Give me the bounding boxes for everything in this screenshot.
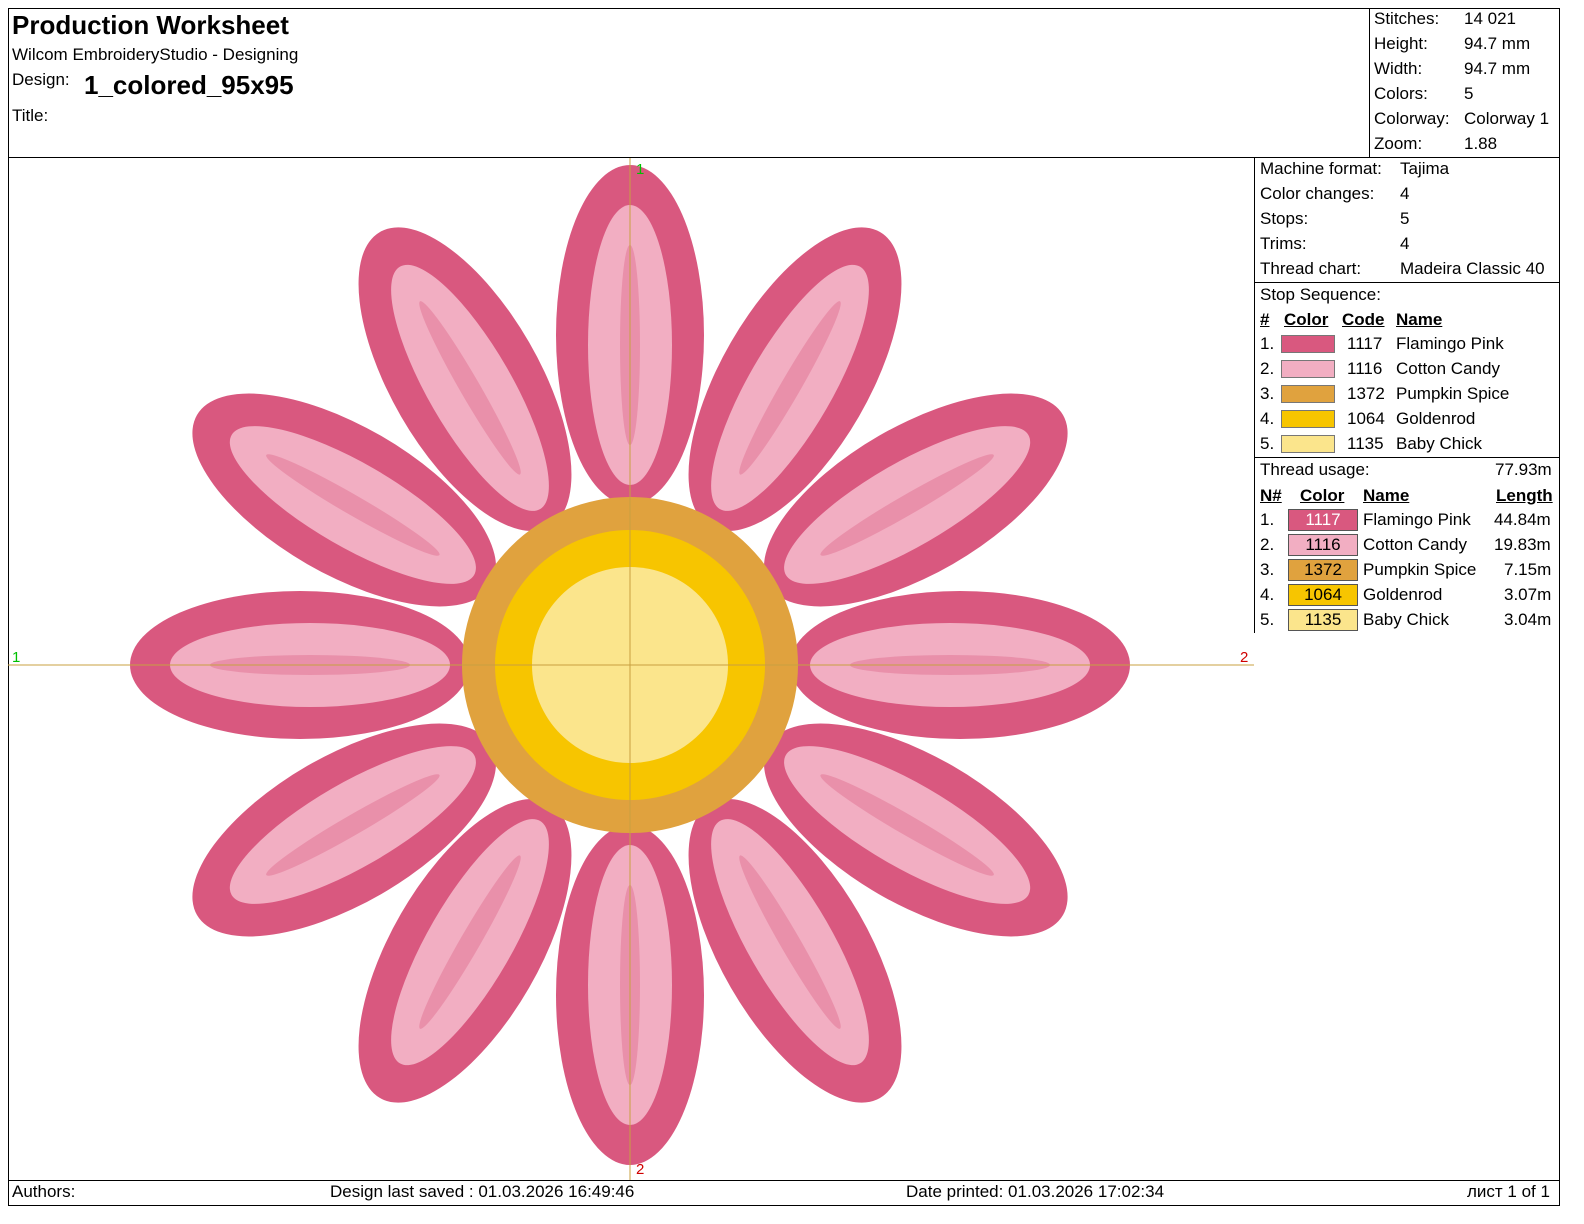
footer-page: лист 1 of 1: [1467, 1182, 1550, 1201]
footer-divider: [8, 1180, 1560, 1181]
footer-authors: Authors:: [12, 1182, 76, 1201]
footer-last-saved: Design last saved : 01.03.2026 16:49:46: [330, 1182, 635, 1201]
marker-top: 1: [636, 161, 644, 178]
design-preview: 1 2 1 2: [8, 158, 1254, 1180]
footer-date-printed: Date printed: 01.03.2026 17:02:34: [906, 1182, 1165, 1201]
marker-left: 1: [12, 649, 20, 666]
marker-bottom: 2: [636, 1161, 644, 1178]
marker-right: 2: [1240, 649, 1248, 666]
